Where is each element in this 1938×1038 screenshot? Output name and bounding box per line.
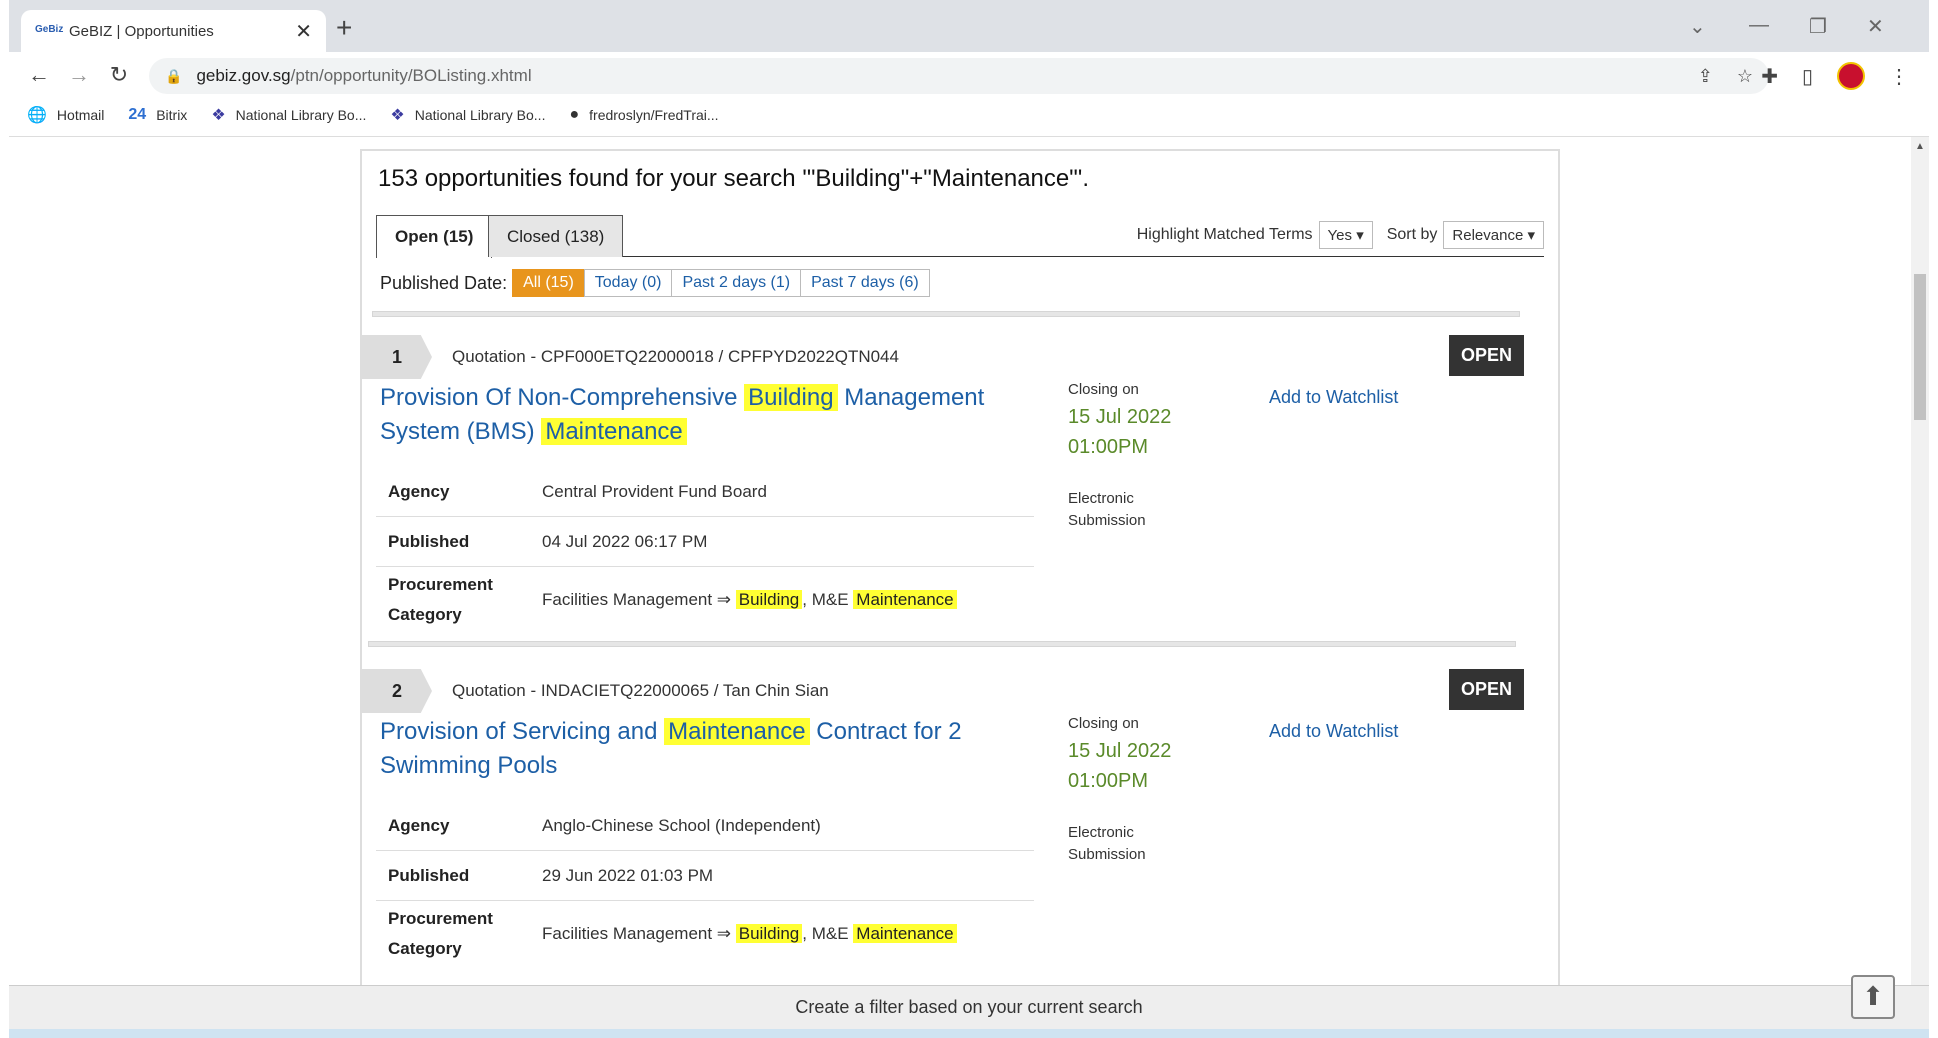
highlight-dropdown[interactable]: Yes ▾	[1318, 221, 1373, 249]
globe-icon: 🌐	[27, 107, 47, 124]
chevron-down-icon: ▾	[1356, 227, 1364, 244]
sort-label: Sort by	[1386, 226, 1438, 243]
side-panel-icon[interactable]: ▯	[1802, 64, 1813, 89]
bookmark-github[interactable]: ● fredroslyn/FredTrai...	[569, 106, 718, 124]
published-date-filter: Published Date: All (15) Today (0) Past …	[376, 257, 1544, 309]
closing-label: Closing on	[1068, 381, 1139, 398]
published-value: 29 Jun 2022 01:03 PM	[542, 865, 714, 885]
item-number: 1	[362, 335, 432, 379]
page-scrollbar[interactable]: ▲	[1911, 137, 1929, 985]
browser-window: GeBiz GeBIZ | Opportunities ✕ + ⌄ — ❐ ✕ …	[9, 0, 1929, 1038]
agency-label: Agency	[388, 815, 450, 835]
filter-all[interactable]: All (15)	[512, 269, 585, 297]
item-number: 2	[362, 669, 432, 713]
quotation-reference: Quotation - CPF000ETQ22000018 / CPFPYD20…	[452, 347, 899, 366]
address-bar[interactable]: 🔒 gebiz.gov.sg/ptn/opportunity/BOListing…	[149, 58, 1769, 94]
results-headline: 153 opportunities found for your search …	[378, 165, 1090, 192]
add-to-watchlist-link[interactable]: Add to Watchlist	[1269, 387, 1398, 408]
url-text[interactable]: gebiz.gov.sg/ptn/opportunity/BOListing.x…	[196, 66, 531, 86]
library-icon: ❖	[390, 107, 405, 124]
menu-icon[interactable]: ⋮	[1889, 64, 1909, 89]
closing-time: 01:00PM	[1068, 770, 1149, 792]
restore-icon[interactable]: ❐	[1809, 14, 1827, 39]
closing-date: 15 Jul 2022	[1068, 740, 1172, 762]
quotation-reference: Quotation - INDACIETQ22000065 / Tan Chin…	[452, 681, 829, 700]
close-window-icon[interactable]: ✕	[1867, 14, 1884, 39]
opportunity-item: 2 Quotation - INDACIETQ22000065 / Tan Ch…	[362, 651, 1544, 985]
submission-type: Electronic Submission	[1068, 490, 1146, 529]
status-tabs: Open (15) Closed (138) Highlight Matched…	[376, 215, 1544, 258]
published-value: 04 Jul 2022 06:17 PM	[542, 531, 708, 551]
bookmark-hotmail[interactable]: 🌐 Hotmail	[27, 105, 104, 125]
status-badge: OPEN	[1448, 669, 1524, 710]
bookmark-bitrix[interactable]: 24 Bitrix	[128, 106, 187, 124]
scrollbar-thumb[interactable]	[1914, 274, 1926, 420]
results-panel: 153 opportunities found for your search …	[360, 149, 1560, 1038]
share-icon[interactable]: ⇪	[1698, 66, 1713, 87]
gebiz-favicon-icon: GeBiz	[35, 24, 64, 35]
filter-past-2-days[interactable]: Past 2 days (1)	[671, 269, 802, 297]
opportunity-item: 1 Quotation - CPF000ETQ22000018 / CPFPYD…	[362, 317, 1544, 651]
opportunity-details: Agency Anglo-Chinese School (Independent)…	[376, 801, 1034, 967]
closing-info: Closing on 15 Jul 2022 01:00PM Electroni…	[1068, 381, 1171, 532]
chevron-down-icon: ▾	[1527, 227, 1535, 244]
back-icon[interactable]: ←	[19, 62, 59, 88]
agency-value: Anglo-Chinese School (Independent)	[542, 815, 821, 835]
scroll-to-top-icon[interactable]: ⬆	[1851, 975, 1895, 1019]
sort-dropdown[interactable]: Relevance ▾	[1443, 221, 1544, 249]
filter-past-7-days[interactable]: Past 7 days (6)	[800, 269, 930, 297]
tab-open[interactable]: Open (15)	[376, 215, 493, 258]
published-label: Published	[388, 531, 470, 551]
bookmark-star-icon[interactable]: ☆	[1737, 66, 1753, 87]
library-icon: ❖	[211, 107, 226, 124]
browser-tab[interactable]: GeBiz GeBIZ | Opportunities ✕	[21, 10, 326, 52]
tab-strip: GeBiz GeBIZ | Opportunities ✕ + ⌄ — ❐ ✕	[9, 0, 1929, 52]
category-label: Procurement Category	[388, 575, 493, 624]
bookmark-national-library-1[interactable]: ❖ National Library Bo...	[211, 105, 366, 125]
lock-icon: 🔒	[165, 67, 183, 84]
extensions-icon[interactable]: ✚	[1761, 64, 1778, 89]
published-label: Published	[388, 865, 470, 885]
closing-time: 01:00PM	[1068, 436, 1149, 458]
category-value: Facilities Management ⇒ Building, M&E Ma…	[542, 590, 1034, 610]
highlight-label: Highlight Matched Terms	[1136, 226, 1313, 243]
bookmark-national-library-2[interactable]: ❖ National Library Bo...	[390, 105, 545, 125]
scroll-up-icon[interactable]: ▲	[1915, 141, 1925, 152]
agency-label: Agency	[388, 481, 450, 501]
new-tab-icon[interactable]: +	[336, 12, 352, 44]
profile-avatar[interactable]	[1837, 62, 1865, 90]
category-label: Procurement Category	[388, 909, 493, 958]
filter-today[interactable]: Today (0)	[583, 269, 673, 297]
tab-closed[interactable]: Closed (138)	[488, 215, 624, 257]
divider	[368, 641, 1516, 647]
submission-type: Electronic Submission	[1068, 824, 1146, 863]
bookmarks-bar: 🌐 Hotmail 24 Bitrix ❖ National Library Bo..…	[27, 100, 719, 130]
close-tab-icon[interactable]: ✕	[295, 19, 312, 44]
status-badge: OPEN	[1448, 335, 1524, 376]
category-value: Facilities Management ⇒ Building, M&E Ma…	[542, 924, 1034, 944]
add-to-watchlist-link[interactable]: Add to Watchlist	[1269, 721, 1398, 742]
reload-icon[interactable]: ↻	[99, 62, 139, 88]
tab-search-icon[interactable]: ⌄	[1689, 14, 1706, 39]
opportunity-title-link[interactable]: Provision Of Non-Comprehensive Building …	[380, 381, 1020, 449]
closing-info: Closing on 15 Jul 2022 01:00PM Electroni…	[1068, 715, 1171, 866]
agency-value: Central Provident Fund Board	[542, 481, 767, 501]
opportunity-details: Agency Central Provident Fund Board Publi…	[376, 467, 1034, 633]
published-date-label: Published Date:	[380, 272, 508, 293]
closing-date: 15 Jul 2022	[1068, 406, 1172, 428]
forward-icon[interactable]: →	[59, 62, 99, 88]
tab-title: GeBIZ | Opportunities	[69, 22, 214, 40]
github-icon: ●	[569, 106, 580, 123]
bitrix-icon: 24	[128, 106, 147, 123]
closing-label: Closing on	[1068, 715, 1139, 732]
minimize-icon[interactable]: —	[1749, 14, 1769, 37]
create-filter-bar[interactable]: Create a filter based on your current se…	[9, 985, 1929, 1029]
page-content: 153 opportunities found for your search …	[9, 137, 1929, 1038]
opportunity-title-link[interactable]: Provision of Servicing and Maintenance C…	[380, 715, 1020, 783]
bottom-strip	[9, 1029, 1929, 1038]
